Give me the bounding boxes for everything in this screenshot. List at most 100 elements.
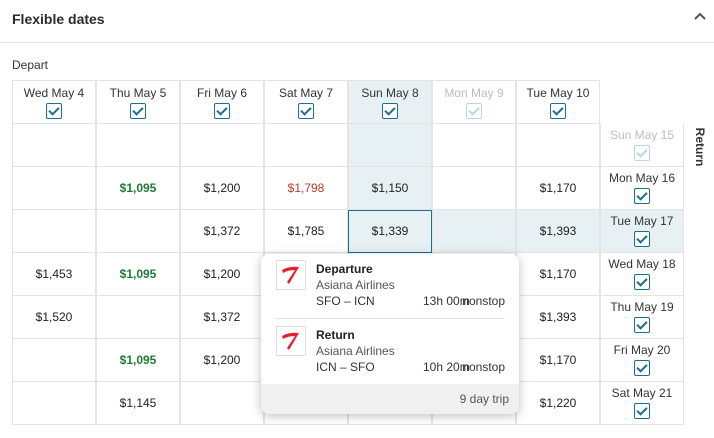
price-cell[interactable]: $1,170 <box>516 167 600 210</box>
depart-date-label: Fri May 6 <box>196 86 247 100</box>
depart-column-header: Fri May 6 <box>180 80 264 124</box>
departure-airline: Asiana Airlines <box>316 278 395 292</box>
price-cell[interactable] <box>432 210 516 253</box>
price-cell[interactable]: $1,095 <box>96 339 180 382</box>
price-cell[interactable] <box>348 124 432 167</box>
price-cell[interactable] <box>96 210 180 253</box>
price-cell[interactable] <box>12 210 96 253</box>
depart-column-header: Mon May 9 <box>432 80 516 124</box>
flight-details-popup: Departure Asiana Airlines SFO – ICN 13h … <box>261 254 519 414</box>
return-date-checkbox[interactable] <box>634 145 650 161</box>
price-cell[interactable] <box>264 124 348 167</box>
return-date-label: Tue May 17 <box>610 214 674 228</box>
price-cell[interactable]: $1,339 <box>348 210 432 253</box>
depart-date-checkbox[interactable] <box>214 103 230 119</box>
depart-date-checkbox[interactable] <box>550 103 566 119</box>
depart-date-label: Sat May 7 <box>278 86 334 100</box>
return-date-label: Sat May 21 <box>611 386 673 400</box>
return-date-label: Fri May 20 <box>613 343 671 357</box>
return-row-header: Fri May 20 <box>600 339 684 382</box>
price-cell[interactable]: $1,798 <box>264 167 348 210</box>
depart-date-checkbox[interactable] <box>382 103 398 119</box>
price-cell[interactable]: $1,372 <box>180 210 264 253</box>
return-date-label: Mon May 16 <box>608 171 676 185</box>
price-cell[interactable]: $1,220 <box>516 382 600 425</box>
price-cell[interactable]: $1,150 <box>348 167 432 210</box>
price-cell[interactable]: $1,200 <box>180 167 264 210</box>
price-cell[interactable] <box>12 167 96 210</box>
return-title: Return <box>316 328 355 342</box>
depart-date-label: Mon May 9 <box>444 86 504 100</box>
departure-route: SFO – ICN <box>316 294 375 308</box>
price-cell[interactable] <box>12 124 96 167</box>
return-date-checkbox[interactable] <box>634 188 650 204</box>
depart-column-header: Sun May 8 <box>348 80 432 124</box>
price-cell[interactable]: $1,095 <box>96 253 180 296</box>
depart-date-label: Wed May 4 <box>23 86 85 100</box>
chevron-up-icon <box>694 12 706 20</box>
return-date-checkbox[interactable] <box>634 274 650 290</box>
return-label: Return <box>693 127 707 167</box>
price-cell[interactable]: $1,170 <box>516 339 600 382</box>
return-row-header: Wed May 18 <box>600 253 684 296</box>
depart-date-checkbox[interactable] <box>130 103 146 119</box>
trip-length: 9 day trip <box>459 392 509 406</box>
price-cell[interactable]: $1,393 <box>516 210 600 253</box>
price-cell[interactable]: $1,453 <box>12 253 96 296</box>
return-row-header: Mon May 16 <box>600 167 684 210</box>
price-cell[interactable]: $1,200 <box>180 253 264 296</box>
segment-divider <box>275 318 505 319</box>
price-cell[interactable] <box>432 124 516 167</box>
depart-date-checkbox[interactable] <box>466 103 482 119</box>
price-cell[interactable]: $1,393 <box>516 296 600 339</box>
price-cell[interactable]: $1,145 <box>96 382 180 425</box>
depart-date-label: Thu May 5 <box>109 86 167 100</box>
return-date-checkbox[interactable] <box>634 403 650 419</box>
return-date-label: Wed May 18 <box>608 257 676 271</box>
return-stops: nonstop <box>462 360 505 374</box>
return-route: ICN – SFO <box>316 360 375 374</box>
price-cell[interactable] <box>96 124 180 167</box>
price-cell[interactable] <box>432 167 516 210</box>
return-row-header: Tue May 17 <box>600 210 684 253</box>
return-date-label: Thu May 19 <box>610 300 674 314</box>
depart-column-header: Sat May 7 <box>264 80 348 124</box>
price-cell[interactable]: $1,200 <box>180 339 264 382</box>
return-label-container: Return <box>690 120 708 180</box>
depart-date-checkbox[interactable] <box>298 103 314 119</box>
panel-title: Flexible dates <box>12 11 105 27</box>
return-row-header: Thu May 19 <box>600 296 684 339</box>
return-row-header: Sat May 21 <box>600 382 684 425</box>
popup-footer: 9 day trip <box>261 384 519 414</box>
price-cell[interactable]: $1,372 <box>180 296 264 339</box>
price-cell[interactable] <box>180 124 264 167</box>
price-cell[interactable] <box>516 124 600 167</box>
price-cell[interactable]: $1,095 <box>96 167 180 210</box>
depart-date-label: Sun May 8 <box>361 86 419 100</box>
price-cell[interactable] <box>96 296 180 339</box>
depart-column-header: Tue May 10 <box>516 80 600 124</box>
price-cell[interactable] <box>12 339 96 382</box>
return-airline: Asiana Airlines <box>316 344 395 358</box>
asiana-logo-icon <box>276 326 306 356</box>
price-cell[interactable] <box>12 382 96 425</box>
departure-title: Departure <box>316 262 373 276</box>
depart-column-header: Wed May 4 <box>12 80 96 124</box>
price-cell[interactable]: $1,785 <box>264 210 348 253</box>
price-cell[interactable] <box>180 382 264 425</box>
return-date-checkbox[interactable] <box>634 231 650 247</box>
depart-column-header: Thu May 5 <box>96 80 180 124</box>
collapse-button[interactable] <box>690 6 710 26</box>
departure-stops: nonstop <box>462 294 505 308</box>
price-cell[interactable]: $1,170 <box>516 253 600 296</box>
return-date-checkbox[interactable] <box>634 360 650 376</box>
asiana-logo-icon <box>276 260 306 290</box>
return-row-header: Sun May 15 <box>600 124 684 167</box>
depart-label: Depart <box>12 58 49 72</box>
depart-date-checkbox[interactable] <box>46 103 62 119</box>
flexible-dates-header: Flexible dates <box>0 0 714 43</box>
return-date-checkbox[interactable] <box>634 317 650 333</box>
depart-date-label: Tue May 10 <box>526 86 590 100</box>
return-date-label: Sun May 15 <box>609 128 675 142</box>
price-cell[interactable]: $1,520 <box>12 296 96 339</box>
